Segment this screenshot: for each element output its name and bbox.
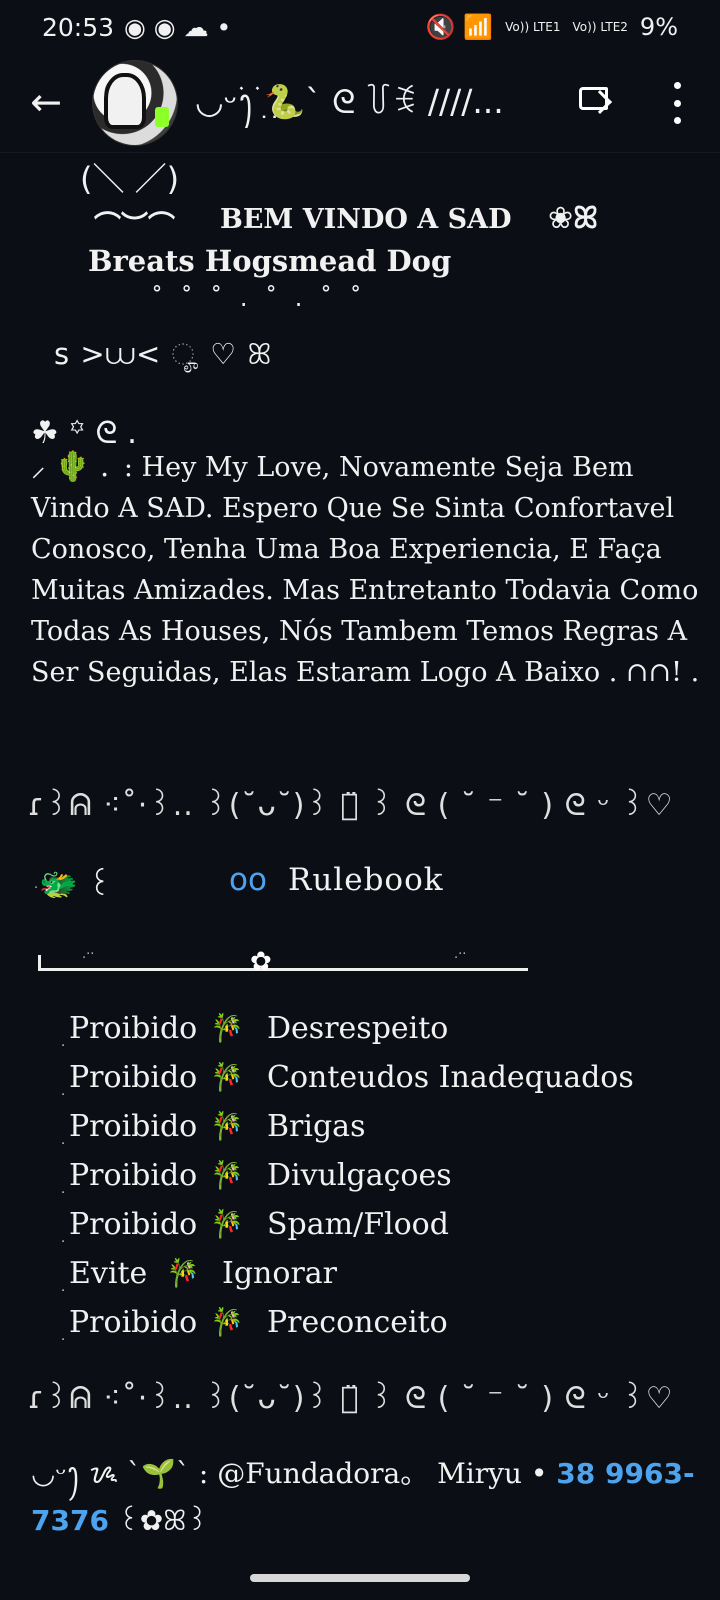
dots-decoration: ˚ ˚ ˚ . ˚ . ˚ ˚ xyxy=(151,284,367,312)
rule-row: . Proibido 🎋 Divulgaçoes xyxy=(61,1151,689,1200)
chat-header: ← ◡ᵕ࣪ꫂִ࣪ ִ🐍ˋ ᘓ ꒦ꉂ ////... xyxy=(0,54,720,153)
speck-decoration: .·· xyxy=(82,947,95,962)
bamboo-icon: 🎋 xyxy=(210,1307,244,1338)
welcome-prefix: ⌒︶⌒ xyxy=(94,211,175,242)
speck-decoration: . xyxy=(34,877,39,892)
rule-row: . Proibido 🎋 Preconceito xyxy=(61,1298,689,1347)
footer-suffix: ꒰✿ꕤ꒱ xyxy=(117,1504,209,1537)
rule-dot: . xyxy=(61,1133,66,1148)
rulebook-title: Rulebook xyxy=(288,862,444,898)
rule-dot: . xyxy=(61,1084,66,1099)
welcome-message: ⸝ 🌵 . : Hey My Love, Novamente Seja Bem … xyxy=(31,446,701,693)
bamboo-icon: 🎋 xyxy=(210,1013,244,1044)
greeting-lead: ⸝ 🌵 . xyxy=(31,449,110,483)
rule-row: . Proibido 🎋 Brigas xyxy=(61,1102,689,1151)
back-arrow-icon[interactable]: ← xyxy=(26,78,66,126)
rule-dot: . xyxy=(61,1035,66,1050)
flower-icon: ✿ xyxy=(250,947,272,977)
faces-decoration: ꜱ >⩊< ೄ ♡ ꕤ xyxy=(54,337,273,371)
footer-credit: ◡ᵕꫂ ᝰ ˋ🌱ˋ : @Fundadora。 Miryu • 38 9963-… xyxy=(31,1450,701,1544)
rule-row: . Proibido 🎋 Desrespeito xyxy=(61,1004,689,1053)
rule-prefix: Proibido xyxy=(69,1060,198,1095)
rulebook-number: oo xyxy=(229,862,267,898)
rulebook-header: 🐲 ꒰ oo Rulebook xyxy=(39,862,443,903)
rule-prefix: Proibido xyxy=(69,1305,198,1340)
footer-prefix: ◡ᵕꫂ ᝰ ˋ🌱ˋ : @Fundadora。 Miryu • xyxy=(31,1457,548,1490)
notification-icons: ◉ ◉ ☁ • xyxy=(124,12,232,42)
bamboo-icon: 🎋 xyxy=(210,1062,244,1093)
bamboo-icon: 🎋 xyxy=(210,1111,244,1142)
avatar[interactable] xyxy=(92,60,178,146)
rule-prefix: Proibido xyxy=(69,1109,198,1144)
speck-decoration: .·· xyxy=(454,947,467,962)
rule-dot: . xyxy=(61,1182,66,1197)
rule-row: . Proibido 🎋 Conteudos Inadequados xyxy=(61,1053,689,1102)
decorative-divider: ɾ꒱ᕱ ⁖˚·꒱.. ꒱(˘ᴗ˘)꒱ ⌒̈ ꒱ ᘓ ( ˘ ⁻ ˘ ) ᘓ ᵕ … xyxy=(28,788,674,823)
status-right: 🔇 📶 Vo)) LTE1 Vo)) LTE2 9% xyxy=(426,13,678,41)
more-dot-icon xyxy=(673,82,681,89)
rule-dot: . xyxy=(61,1329,66,1344)
rule-text: Ignorar xyxy=(222,1256,338,1291)
home-indicator[interactable] xyxy=(250,1574,470,1582)
rule-text: Spam/Flood xyxy=(267,1207,449,1242)
battery-level: 9% xyxy=(639,13,678,41)
rule-text: Preconceito xyxy=(267,1305,448,1340)
rule-dot: . xyxy=(61,1231,66,1246)
rule-text: Divulgaçoes xyxy=(267,1158,452,1193)
bamboo-icon: 🎋 xyxy=(210,1209,244,1240)
horizontal-divider xyxy=(38,955,528,971)
rule-dot: . xyxy=(61,1280,66,1295)
dragon-icon: 🐲 ꒰ xyxy=(39,867,112,903)
status-bar: 20:53 ◉ ◉ ☁ • 🔇 📶 Vo)) LTE1 Vo)) LTE2 9% xyxy=(0,0,720,54)
rule-row: . Evite 🎋 Ignorar xyxy=(61,1249,689,1298)
rule-prefix: Proibido xyxy=(69,1207,198,1242)
tag-icon[interactable] xyxy=(579,87,608,110)
message-content: (＼ ／) ⌒︶⌒ BEM VINDO A SAD ❀ꕤ Breats Hogs… xyxy=(0,152,720,1552)
rule-prefix: Proibido xyxy=(69,1011,198,1046)
lte1-indicator: Vo)) LTE1 xyxy=(505,20,561,34)
welcome-title: BEM VINDO A SAD xyxy=(220,204,512,235)
welcome-suffix: ❀ꕤ xyxy=(548,201,599,236)
more-dot-icon xyxy=(673,117,681,124)
rule-text: Desrespeito xyxy=(267,1011,449,1046)
welcome-subtitle: Breats Hogsmead Dog xyxy=(88,244,452,278)
chat-title[interactable]: ◡ᵕ࣪ꫂִ࣪ ִ🐍ˋ ᘓ ꒦ꉂ ////... xyxy=(195,76,555,128)
rule-prefix: Proibido xyxy=(69,1158,198,1193)
more-options-icon[interactable] xyxy=(668,82,686,124)
mute-wifi-icons: 🔇 📶 xyxy=(425,13,494,41)
lte2-indicator: Vo)) LTE2 xyxy=(572,20,628,34)
rule-prefix: Evite xyxy=(69,1256,148,1291)
bamboo-icon: 🎋 xyxy=(166,1258,200,1289)
bunny-ears-decoration: (＼ ／) xyxy=(80,160,180,198)
welcome-line: ⌒︶⌒ BEM VINDO A SAD ❀ꕤ xyxy=(94,201,598,243)
navigation-bar xyxy=(0,1553,720,1600)
decorative-divider: ɾ꒱ᕱ ⁖˚·꒱.. ꒱(˘ᴗ˘)꒱ ⌒̈ ꒱ ᘓ ( ˘ ⁻ ˘ ) ᘓ ᵕ … xyxy=(28,1381,674,1416)
rule-text: Conteudos Inadequados xyxy=(267,1060,634,1095)
status-time: 20:53 xyxy=(42,12,115,42)
rules-list: . Proibido 🎋 Desrespeito . Proibido 🎋 Co… xyxy=(61,1004,689,1347)
message-body: : Hey My Love, Novamente Seja Bem Vindo … xyxy=(31,452,700,688)
more-dot-icon xyxy=(673,99,681,107)
rule-text: Brigas xyxy=(267,1109,366,1144)
bamboo-icon: 🎋 xyxy=(210,1160,244,1191)
status-left: 20:53 ◉ ◉ ☁ • xyxy=(42,13,231,42)
rule-row: . Proibido 🎋 Spam/Flood xyxy=(61,1200,689,1249)
